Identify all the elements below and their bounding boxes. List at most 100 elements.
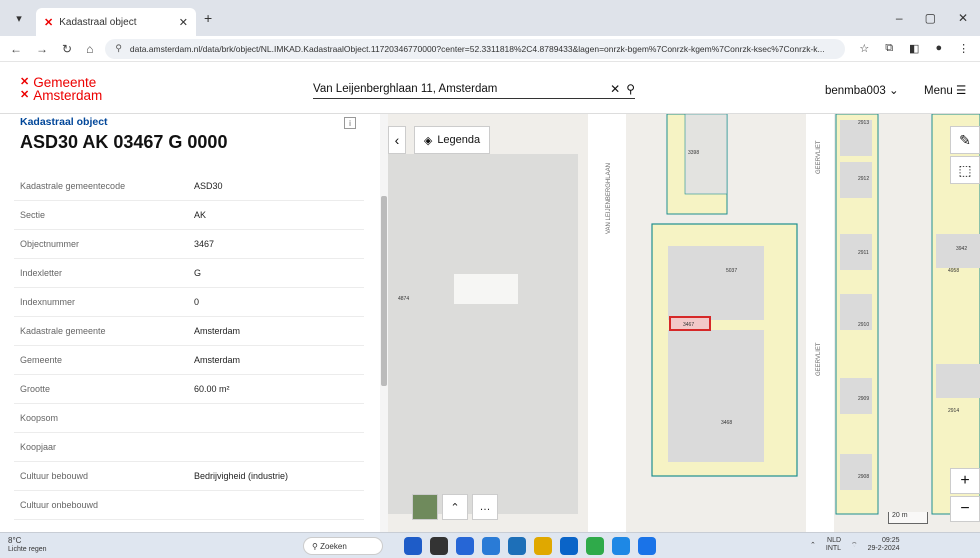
- extensions-icon[interactable]: ⧉: [885, 42, 893, 55]
- parcel-label: 2910: [858, 322, 869, 328]
- parcel-label: 4874: [398, 296, 409, 302]
- table-row: Kadastrale gemeentecode ASD30: [14, 172, 364, 201]
- site-info-icon[interactable]: ⚲: [115, 43, 122, 54]
- app-icon[interactable]: [482, 537, 500, 555]
- draw-line-button[interactable]: ✎: [950, 126, 980, 154]
- chevron-up-icon[interactable]: ⌃: [442, 494, 468, 520]
- draw-polygon-button[interactable]: ⬚: [950, 156, 980, 184]
- zoom-out-button[interactable]: −: [950, 496, 980, 522]
- table-row: Indexletter G: [14, 259, 364, 288]
- legend-button[interactable]: ◈ Legenda: [414, 126, 490, 154]
- reload-icon[interactable]: ↻: [62, 42, 72, 56]
- property-value: ASD30: [194, 181, 223, 191]
- table-row: Cultuur onbebouwd: [14, 491, 364, 520]
- app-icon[interactable]: [534, 537, 552, 555]
- table-row: Sectie AK: [14, 201, 364, 230]
- page-title: ASD30 AK 03467 G 0000: [20, 132, 228, 152]
- property-value: G: [194, 268, 202, 278]
- temperature: 8°C: [8, 536, 22, 545]
- user-menu[interactable]: benmba003 ⌄: [825, 83, 899, 97]
- app-icon[interactable]: [430, 537, 448, 555]
- info-icon[interactable]: i: [344, 117, 356, 129]
- table-row: Grootte 60.00 m²: [14, 375, 364, 404]
- street-label: GEERVLIET: [816, 342, 822, 376]
- taskbar-search[interactable]: ⚲ Zoeken: [303, 537, 383, 555]
- app-icon[interactable]: [638, 537, 656, 555]
- property-value: Amsterdam: [194, 326, 241, 336]
- browser-tab[interactable]: ✕ Kadastraal object ✕: [36, 8, 196, 36]
- map-view[interactable]: 3398 5037 3467 3468 4874 2913 2912 2911 …: [388, 114, 980, 532]
- property-value: 0: [194, 297, 200, 307]
- clock[interactable]: 09:25 29-2-2024: [868, 537, 900, 553]
- app-icon[interactable]: [508, 537, 526, 555]
- forward-icon[interactable]: →: [36, 42, 48, 56]
- weather-text: Lichte regen: [8, 546, 47, 553]
- profile-icon[interactable]: ●: [935, 42, 942, 55]
- time: 09:25: [882, 537, 900, 544]
- username: benmba003: [825, 85, 886, 97]
- chevron-up-icon[interactable]: ⌃: [810, 541, 816, 549]
- app-icon[interactable]: [404, 537, 422, 555]
- search-input[interactable]: [313, 82, 605, 95]
- wifi-icon[interactable]: ⌔: [851, 541, 858, 550]
- more-options-icon[interactable]: …: [472, 494, 498, 520]
- sidebar-icon[interactable]: ◧: [909, 42, 919, 55]
- browser-tab-strip: ▾ ✕ Kadastraal object ✕ + – ▢ ✕: [0, 0, 980, 36]
- parcel-label: 3398: [688, 150, 699, 156]
- property-key: Koopjaar: [20, 442, 57, 452]
- collapse-panel-button[interactable]: ‹: [388, 126, 406, 154]
- menu-label: Menu: [924, 85, 953, 97]
- parcel-label: 3468: [721, 420, 732, 426]
- home-icon[interactable]: ⌂: [86, 42, 93, 56]
- panel-scrollbar[interactable]: [380, 114, 388, 532]
- zoom-in-button[interactable]: +: [950, 468, 980, 494]
- property-key: Cultuur bebouwd: [20, 471, 89, 481]
- system-tray: ⌃ NLD INTL ⌔ 09:25 29-2-2024: [810, 537, 900, 553]
- property-key: Kadastrale gemeentecode: [20, 181, 126, 191]
- pencil-icon: ✎: [959, 131, 971, 148]
- main-menu-button[interactable]: Menu ☰: [924, 83, 966, 97]
- property-key: Grootte: [20, 384, 51, 394]
- url-bar[interactable]: ⚲ data.amsterdam.nl/data/brk/object/NL.I…: [105, 38, 846, 59]
- search-icon[interactable]: ⚲: [626, 82, 635, 96]
- legend-label: Legenda: [437, 134, 481, 146]
- close-tab-icon[interactable]: ✕: [179, 16, 188, 29]
- date: 29-2-2024: [867, 545, 900, 552]
- scrollbar-thumb[interactable]: [381, 196, 387, 386]
- maximize-button[interactable]: ▢: [925, 11, 936, 25]
- search-bar: ✕ ⚲: [313, 79, 635, 99]
- app-icon[interactable]: [560, 537, 578, 555]
- taskbar-apps: [404, 537, 656, 555]
- app-icon[interactable]: [586, 537, 604, 555]
- map-canvas[interactable]: 3398 5037 3467 3468 4874 2913 2912 2911 …: [388, 114, 980, 532]
- parcel-label: 2909: [858, 396, 869, 402]
- property-value: 3467: [194, 239, 215, 249]
- back-icon[interactable]: ←: [10, 42, 22, 56]
- more-icon[interactable]: ⋮: [958, 42, 969, 55]
- street-label: GEERVLIET: [816, 140, 822, 174]
- table-row: Koopjaar: [14, 433, 364, 462]
- layers-icon: ◈: [423, 134, 433, 147]
- aerial-view-thumbnail[interactable]: [412, 494, 438, 520]
- tab-title: Kadastraal object: [59, 16, 137, 28]
- weather-widget[interactable]: 8°C Lichte regen: [8, 536, 47, 554]
- logo-x-icon: ✕: [20, 76, 30, 88]
- new-tab-button[interactable]: +: [204, 10, 212, 26]
- language-indicator[interactable]: NLD INTL: [826, 537, 841, 553]
- tab-search-button[interactable]: ▾: [6, 7, 32, 29]
- windows-taskbar: 8°C Lichte regen ⚲ Zoeken ⌃ NLD INTL ⌔ 0…: [0, 532, 980, 558]
- bookmark-star-icon[interactable]: ☆: [859, 42, 869, 55]
- parcel-label: 3942: [956, 246, 967, 252]
- clear-search-icon[interactable]: ✕: [610, 82, 620, 96]
- app-icon[interactable]: [612, 537, 630, 555]
- minimize-button[interactable]: –: [896, 11, 903, 25]
- close-window-button[interactable]: ✕: [958, 11, 968, 25]
- property-key: Kadastrale gemeente: [20, 326, 106, 336]
- parcel-label: 2914: [948, 408, 959, 414]
- polygon-icon: ⬚: [958, 161, 972, 178]
- street-shape: [806, 114, 834, 532]
- search-icon: ⚲: [312, 541, 318, 551]
- app-icon[interactable]: [456, 537, 474, 555]
- table-row: Cultuur bebouwd Bedrijvigheid (industrie): [14, 462, 364, 491]
- gemeente-amsterdam-logo[interactable]: ✕ Gemeente ✕ Amsterdam: [20, 76, 102, 103]
